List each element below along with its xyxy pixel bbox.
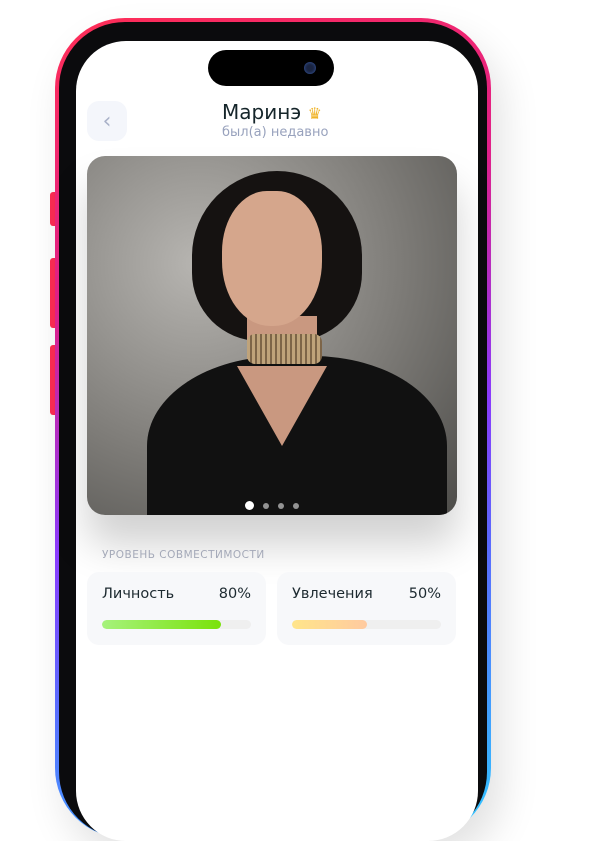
- dynamic-island: [208, 50, 334, 86]
- name-text: Маринэ: [222, 100, 302, 124]
- progress-fill: [292, 620, 367, 629]
- compatibility-card-hobbies: Увлечения 50%: [277, 572, 456, 645]
- last-seen-status: был(а) недавно: [222, 125, 329, 140]
- carousel-dot[interactable]: [263, 502, 269, 509]
- chevron-left-icon: ‹: [102, 108, 112, 134]
- carousel-dot[interactable]: [278, 502, 284, 509]
- progress-bar: [292, 620, 441, 629]
- carousel-dot[interactable]: [245, 501, 254, 510]
- carousel-indicator: [87, 501, 457, 510]
- carousel-dot[interactable]: [293, 502, 299, 509]
- crown-icon: ♛: [307, 104, 322, 123]
- profile-photo-carousel[interactable]: [87, 156, 457, 515]
- metric-label: Личность: [102, 586, 175, 602]
- metric-value: 80%: [218, 586, 251, 602]
- metric-label: Увлечения: [292, 586, 373, 602]
- back-button[interactable]: ‹: [87, 101, 127, 141]
- progress-fill: [102, 620, 222, 629]
- camera-icon: [304, 62, 316, 74]
- compatibility-card-personality: Личность 80%: [87, 572, 266, 645]
- metric-value: 50%: [408, 586, 441, 602]
- progress-bar: [102, 620, 251, 629]
- profile-name: Маринэ ♛: [222, 100, 322, 124]
- compatibility-title: УРОВЕНЬ СОВМЕСТИМОСТИ: [102, 549, 265, 561]
